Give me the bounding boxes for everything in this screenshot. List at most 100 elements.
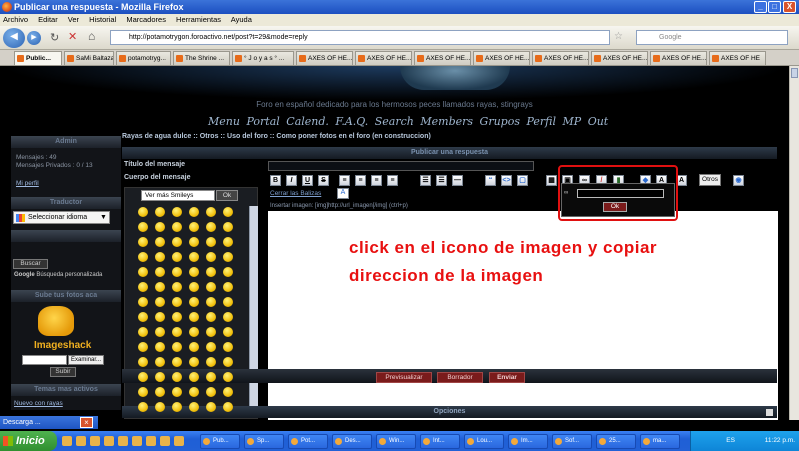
smiley-icon[interactable] <box>138 402 148 412</box>
back-icon[interactable]: ◀ <box>3 28 25 48</box>
italic-button[interactable]: I <box>286 175 297 186</box>
smiley-icon[interactable] <box>172 282 182 292</box>
language-select[interactable]: Seleccionar idioma ▼ <box>13 211 110 224</box>
close-tags-link[interactable]: Cerrar las Balizas <box>270 190 321 197</box>
smiley-icon[interactable] <box>223 372 233 382</box>
smiley-icon[interactable] <box>155 237 165 247</box>
smiley-icon[interactable] <box>223 222 233 232</box>
browser-tab[interactable]: potamotryg... <box>116 51 171 65</box>
menu-archivo[interactable]: Archivo <box>3 15 28 24</box>
smiley-icon[interactable] <box>223 237 233 247</box>
url-bar[interactable]: http://potamotrygon.foroactivo.net/post?… <box>110 30 610 45</box>
browser-tab[interactable]: AXES OF HE... <box>355 51 412 65</box>
smiley-icon[interactable] <box>223 297 233 307</box>
smiley-icon[interactable] <box>206 342 216 352</box>
quote-icon[interactable]: “ <box>485 175 496 186</box>
quick-launch-icon[interactable] <box>90 436 100 446</box>
smiley-icon[interactable] <box>223 312 233 322</box>
quick-launch-icon[interactable] <box>174 436 184 446</box>
smiley-icon[interactable] <box>189 267 199 277</box>
smiley-icon[interactable] <box>172 222 182 232</box>
smiley-icon[interactable] <box>206 207 216 217</box>
taskbar-task[interactable]: Sof... <box>552 434 592 449</box>
bold-button[interactable]: B <box>270 175 281 186</box>
breadcrumb[interactable]: Rayas de agua dulce :: Otros :: Uso del … <box>122 133 642 140</box>
browser-tab[interactable]: AXES OF HE... <box>532 51 589 65</box>
menu-marcadores[interactable]: Marcadores <box>126 15 166 24</box>
smiley-icon[interactable] <box>155 297 165 307</box>
smiley-icon[interactable] <box>138 252 148 262</box>
smileys-ok-button[interactable]: Ok <box>216 190 238 201</box>
align-justify-icon[interactable]: ≡ <box>387 175 398 186</box>
taskbar-task[interactable]: Im... <box>508 434 548 449</box>
smiley-icon[interactable] <box>189 327 199 337</box>
reload-icon[interactable]: ↻ <box>50 31 59 44</box>
smiley-icon[interactable] <box>189 237 199 247</box>
smiley-icon[interactable] <box>138 357 148 367</box>
search-input[interactable]: Google <box>636 30 788 45</box>
smiley-icon[interactable] <box>189 297 199 307</box>
smiley-icon[interactable] <box>189 282 199 292</box>
browser-tab[interactable]: Public... <box>14 51 62 65</box>
smiley-icon[interactable] <box>206 267 216 277</box>
align-center-icon[interactable]: ≡ <box>355 175 366 186</box>
taskbar-task[interactable]: ma... <box>640 434 680 449</box>
smiley-icon[interactable] <box>223 207 233 217</box>
taskbar-task[interactable]: Des... <box>332 434 372 449</box>
smiley-icon[interactable] <box>189 252 199 262</box>
expand-options-icon[interactable] <box>766 409 773 416</box>
start-button[interactable]: Inicio <box>0 431 57 451</box>
smiley-icon[interactable] <box>138 237 148 247</box>
smiley-icon[interactable] <box>155 267 165 277</box>
menu-herramientas[interactable]: Herramientas <box>176 15 221 24</box>
smiley-icon[interactable] <box>189 312 199 322</box>
quick-launch-icon[interactable] <box>62 436 72 446</box>
page-scrollbar[interactable] <box>789 66 799 420</box>
site-nav-groups[interactable]: Grupos <box>480 115 520 128</box>
smiley-icon[interactable] <box>155 312 165 322</box>
smiley-icon[interactable] <box>138 267 148 277</box>
smileys-scrollbar[interactable] <box>249 206 258 418</box>
smiley-icon[interactable] <box>223 327 233 337</box>
taskbar-task[interactable]: Sp... <box>244 434 284 449</box>
smiley-icon[interactable] <box>223 282 233 292</box>
bookmark-star-icon[interactable]: ☆ <box>614 31 623 42</box>
menu-historial[interactable]: Historial <box>89 15 116 24</box>
align-left-icon[interactable]: ≡ <box>339 175 350 186</box>
browser-tab[interactable]: AXES OF HE... <box>414 51 471 65</box>
smiley-icon[interactable] <box>172 312 182 322</box>
smiley-icon[interactable] <box>223 252 233 262</box>
table-icon[interactable]: ▦ <box>546 175 557 186</box>
smiley-icon[interactable] <box>206 297 216 307</box>
close-button[interactable]: X <box>783 1 796 13</box>
smiley-icon[interactable] <box>223 267 233 277</box>
smiley-icon[interactable] <box>172 372 182 382</box>
smiley-icon[interactable] <box>189 402 199 412</box>
home-icon[interactable]: ⌂ <box>88 29 95 43</box>
smiley-icon[interactable] <box>172 207 182 217</box>
smiley-icon[interactable] <box>189 372 199 382</box>
site-nav-search[interactable]: Search <box>375 115 414 128</box>
smiley-icon[interactable] <box>206 312 216 322</box>
smiley-icon[interactable] <box>189 342 199 352</box>
smiley-icon[interactable] <box>206 327 216 337</box>
smiley-icon[interactable] <box>206 237 216 247</box>
taskbar-task[interactable]: 25... <box>596 434 636 449</box>
smiley-icon[interactable] <box>155 252 165 262</box>
smiley-icon[interactable] <box>206 282 216 292</box>
browser-tab[interactable]: AXES OF HE... <box>473 51 530 65</box>
upload-button[interactable]: Subir <box>50 367 76 377</box>
smiley-icon[interactable] <box>206 372 216 382</box>
site-nav-faq[interactable]: F.A.Q. <box>335 115 368 128</box>
browser-tab[interactable]: AXES OF HE... <box>591 51 648 65</box>
quick-launch-icon[interactable] <box>104 436 114 446</box>
smiley-icon[interactable] <box>189 357 199 367</box>
smiley-icon[interactable] <box>155 342 165 352</box>
smiley-icon[interactable] <box>172 237 182 247</box>
smiley-icon[interactable] <box>223 342 233 352</box>
underline-button[interactable]: U <box>302 175 313 186</box>
forward-icon[interactable]: ▶ <box>27 31 41 45</box>
stop-icon[interactable]: ✕ <box>68 30 77 43</box>
taskbar-task[interactable]: Lou... <box>464 434 504 449</box>
smiley-icon[interactable] <box>206 402 216 412</box>
